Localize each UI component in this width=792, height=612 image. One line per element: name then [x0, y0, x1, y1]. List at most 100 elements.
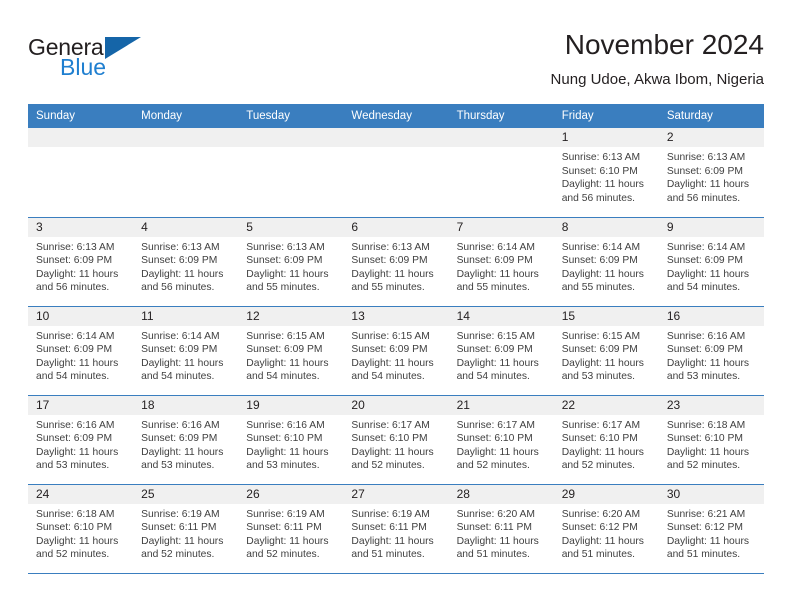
day-cell-inner: 18 Sunrise: 6:16 AM Sunset: 6:09 PM Dayligh… [133, 395, 239, 484]
daylight-duration-line2: and 55 minutes. [351, 282, 425, 294]
calendar-day-cell[interactable]: 12 Sunrise: 6:15 AM Sunset: 6:09 PM Dayligh… [238, 306, 344, 396]
daylight-duration-line1: Daylight: 11 hours [666, 357, 750, 369]
day-number: 22 [553, 395, 659, 415]
weekday-header-sunday: Sunday [28, 104, 134, 128]
calendar-day-cell[interactable]: 20 Sunrise: 6:17 AM Sunset: 6:10 PM Dayligh… [343, 395, 449, 485]
day-details: Sunrise: 6:16 AM Sunset: 6:10 PM Daylight:… [238, 415, 343, 473]
sunset-time: Sunset: 6:11 PM [246, 522, 322, 534]
calendar-week-row: 1 Sunrise: 6:13 AM Sunset: 6:10 PM Daylight… [28, 128, 764, 218]
sunrise-time: Sunrise: 6:17 AM [561, 419, 641, 431]
daylight-duration-line1: Daylight: 11 hours [561, 179, 644, 191]
day-details: Sunrise: 6:19 AM Sunset: 6:11 PM Daylight:… [133, 504, 238, 562]
day-details: Sunrise: 6:19 AM Sunset: 6:11 PM Daylight:… [238, 504, 343, 562]
daylight-duration-line1: Daylight: 11 hours [666, 446, 750, 458]
brand-logo[interactable]: General Blue [28, 34, 258, 80]
day-number: 20 [343, 395, 449, 415]
calendar-day-cell[interactable]: 16 Sunrise: 6:16 AM Sunset: 6:09 PM Dayligh… [658, 306, 764, 396]
daylight-duration-line2: and 54 minutes. [36, 371, 110, 383]
sunset-time: Sunset: 6:09 PM [141, 433, 218, 445]
calendar-day-cell[interactable]: 28 Sunrise: 6:20 AM Sunset: 6:11 PM Dayligh… [448, 484, 554, 574]
sunset-time: Sunset: 6:09 PM [666, 255, 743, 267]
calendar-day-cell[interactable]: 29 Sunrise: 6:20 AM Sunset: 6:12 PM Dayligh… [553, 484, 659, 574]
day-cell-inner: 20 Sunrise: 6:17 AM Sunset: 6:10 PM Dayligh… [343, 395, 449, 484]
daylight-duration-line2: and 56 minutes. [141, 282, 215, 294]
calendar-day-cell[interactable]: 22 Sunrise: 6:17 AM Sunset: 6:10 PM Dayligh… [553, 395, 659, 485]
day-cell-inner: 24 Sunrise: 6:18 AM Sunset: 6:10 PM Dayligh… [28, 484, 134, 573]
sunrise-time: Sunrise: 6:13 AM [246, 241, 325, 253]
sunset-time: Sunset: 6:09 PM [456, 344, 533, 356]
daylight-duration-line1: Daylight: 11 hours [141, 535, 224, 547]
calendar-day-cell[interactable]: 27 Sunrise: 6:19 AM Sunset: 6:11 PM Dayligh… [343, 484, 449, 574]
sunset-time: Sunset: 6:09 PM [561, 344, 638, 356]
daylight-duration-line1: Daylight: 11 hours [561, 357, 644, 369]
calendar-day-cell[interactable]: 13 Sunrise: 6:15 AM Sunset: 6:09 PM Dayligh… [343, 306, 449, 396]
calendar-day-cell[interactable]: 25 Sunrise: 6:19 AM Sunset: 6:11 PM Dayligh… [133, 484, 239, 574]
calendar-day-cell[interactable]: 10 Sunrise: 6:14 AM Sunset: 6:09 PM Dayligh… [28, 306, 134, 396]
calendar-day-cell[interactable]: 26 Sunrise: 6:19 AM Sunset: 6:11 PM Dayligh… [238, 484, 344, 574]
calendar-day-cell[interactable]: 11 Sunrise: 6:14 AM Sunset: 6:09 PM Dayligh… [133, 306, 239, 396]
day-cell-inner: 8 Sunrise: 6:14 AM Sunset: 6:09 PM Daylight… [553, 217, 659, 306]
weekday-header-row: Sunday Monday Tuesday Wednesday Thursday Frid… [28, 104, 764, 128]
daylight-duration-line2: and 53 minutes. [246, 460, 320, 472]
day-details: Sunrise: 6:20 AM Sunset: 6:12 PM Daylight:… [554, 504, 659, 562]
day-cell-inner: 13 Sunrise: 6:15 AM Sunset: 6:09 PM Dayligh… [343, 306, 449, 395]
calendar-day-cell[interactable]: 19 Sunrise: 6:16 AM Sunset: 6:10 PM Dayligh… [238, 395, 344, 485]
calendar-day-cell[interactable]: 24 Sunrise: 6:18 AM Sunset: 6:10 PM Dayligh… [28, 484, 134, 574]
sunset-time: Sunset: 6:09 PM [141, 255, 218, 267]
calendar-day-cell[interactable]: 3 Sunrise: 6:13 AM Sunset: 6:09 PM Daylight… [28, 217, 134, 307]
calendar-day-cell[interactable]: 6 Sunrise: 6:13 AM Sunset: 6:09 PM Daylight… [343, 217, 449, 307]
day-details: Sunrise: 6:17 AM Sunset: 6:10 PM Daylight:… [449, 415, 554, 473]
calendar-day-cell[interactable]: 9 Sunrise: 6:14 AM Sunset: 6:09 PM Daylight… [658, 217, 764, 307]
day-number: 26 [238, 484, 344, 504]
daylight-duration-line2: and 55 minutes. [456, 282, 530, 294]
daylight-duration-line2: and 56 minutes. [36, 282, 110, 294]
daylight-duration-line2: and 55 minutes. [246, 282, 320, 294]
sunrise-time: Sunrise: 6:16 AM [246, 419, 325, 431]
calendar-day-cell[interactable]: 5 Sunrise: 6:13 AM Sunset: 6:09 PM Daylight… [238, 217, 344, 307]
day-cell-inner: 11 Sunrise: 6:14 AM Sunset: 6:09 PM Dayligh… [133, 306, 239, 395]
calendar-day-cell[interactable]: 1 Sunrise: 6:13 AM Sunset: 6:10 PM Daylight… [553, 128, 659, 218]
day-cell-inner: 6 Sunrise: 6:13 AM Sunset: 6:09 PM Daylight… [343, 217, 449, 306]
calendar-day-cell[interactable]: 21 Sunrise: 6:17 AM Sunset: 6:10 PM Dayligh… [448, 395, 554, 485]
calendar-day-cell[interactable]: 15 Sunrise: 6:15 AM Sunset: 6:09 PM Dayligh… [553, 306, 659, 396]
calendar-day-cell[interactable]: 4 Sunrise: 6:13 AM Sunset: 6:09 PM Daylight… [133, 217, 239, 307]
day-number: 2 [658, 128, 764, 147]
day-details: Sunrise: 6:13 AM Sunset: 6:09 PM Daylight:… [659, 147, 764, 205]
calendar-day-cell[interactable]: 23 Sunrise: 6:18 AM Sunset: 6:10 PM Dayligh… [658, 395, 764, 485]
page-subtitle-location: Nung Udoe, Akwa Ibom, Nigeria [550, 71, 764, 88]
sunset-time: Sunset: 6:11 PM [351, 522, 427, 534]
calendar-day-cell[interactable]: 17 Sunrise: 6:16 AM Sunset: 6:09 PM Dayligh… [28, 395, 134, 485]
calendar-day-cell[interactable]: 8 Sunrise: 6:14 AM Sunset: 6:09 PM Daylight… [553, 217, 659, 307]
sunset-time: Sunset: 6:09 PM [351, 255, 428, 267]
sunset-time: Sunset: 6:10 PM [456, 433, 533, 445]
day-number: 16 [658, 306, 764, 326]
sunset-time: Sunset: 6:10 PM [561, 433, 638, 445]
sunrise-time: Sunrise: 6:21 AM [666, 508, 746, 520]
day-number [28, 128, 134, 147]
day-number [133, 128, 239, 147]
day-number [448, 128, 554, 147]
day-cell-inner: 23 Sunrise: 6:18 AM Sunset: 6:10 PM Dayligh… [658, 395, 764, 484]
calendar-day-cell[interactable]: 18 Sunrise: 6:16 AM Sunset: 6:09 PM Dayligh… [133, 395, 239, 485]
calendar-day-cell-empty [343, 128, 449, 218]
day-cell-inner: 25 Sunrise: 6:19 AM Sunset: 6:11 PM Dayligh… [133, 484, 239, 573]
calendar-body: 1 Sunrise: 6:13 AM Sunset: 6:10 PM Daylight… [28, 128, 764, 574]
day-details: Sunrise: 6:13 AM Sunset: 6:09 PM Daylight:… [238, 237, 343, 295]
calendar-day-cell[interactable]: 2 Sunrise: 6:13 AM Sunset: 6:09 PM Daylight… [658, 128, 764, 218]
day-details: Sunrise: 6:19 AM Sunset: 6:11 PM Daylight:… [343, 504, 448, 562]
day-cell-inner: 16 Sunrise: 6:16 AM Sunset: 6:09 PM Dayligh… [658, 306, 764, 395]
daylight-duration-line2: and 51 minutes. [666, 549, 741, 561]
calendar-day-cell[interactable]: 30 Sunrise: 6:21 AM Sunset: 6:12 PM Dayligh… [658, 484, 764, 574]
daylight-duration-line2: and 54 minutes. [456, 371, 530, 383]
sunrise-time: Sunrise: 6:17 AM [351, 419, 430, 431]
daylight-duration-line1: Daylight: 11 hours [561, 268, 644, 280]
calendar-day-cell[interactable]: 14 Sunrise: 6:15 AM Sunset: 6:09 PM Dayligh… [448, 306, 554, 396]
calendar-day-cell[interactable]: 7 Sunrise: 6:14 AM Sunset: 6:09 PM Daylight… [448, 217, 554, 307]
daylight-duration-line1: Daylight: 11 hours [246, 446, 329, 458]
daylight-duration-line1: Daylight: 11 hours [36, 446, 119, 458]
sunrise-time: Sunrise: 6:15 AM [561, 330, 641, 342]
daylight-duration-line2: and 53 minutes. [666, 371, 741, 383]
sunrise-time: Sunrise: 6:16 AM [666, 330, 746, 342]
day-number: 8 [553, 217, 659, 237]
day-number: 14 [448, 306, 554, 326]
